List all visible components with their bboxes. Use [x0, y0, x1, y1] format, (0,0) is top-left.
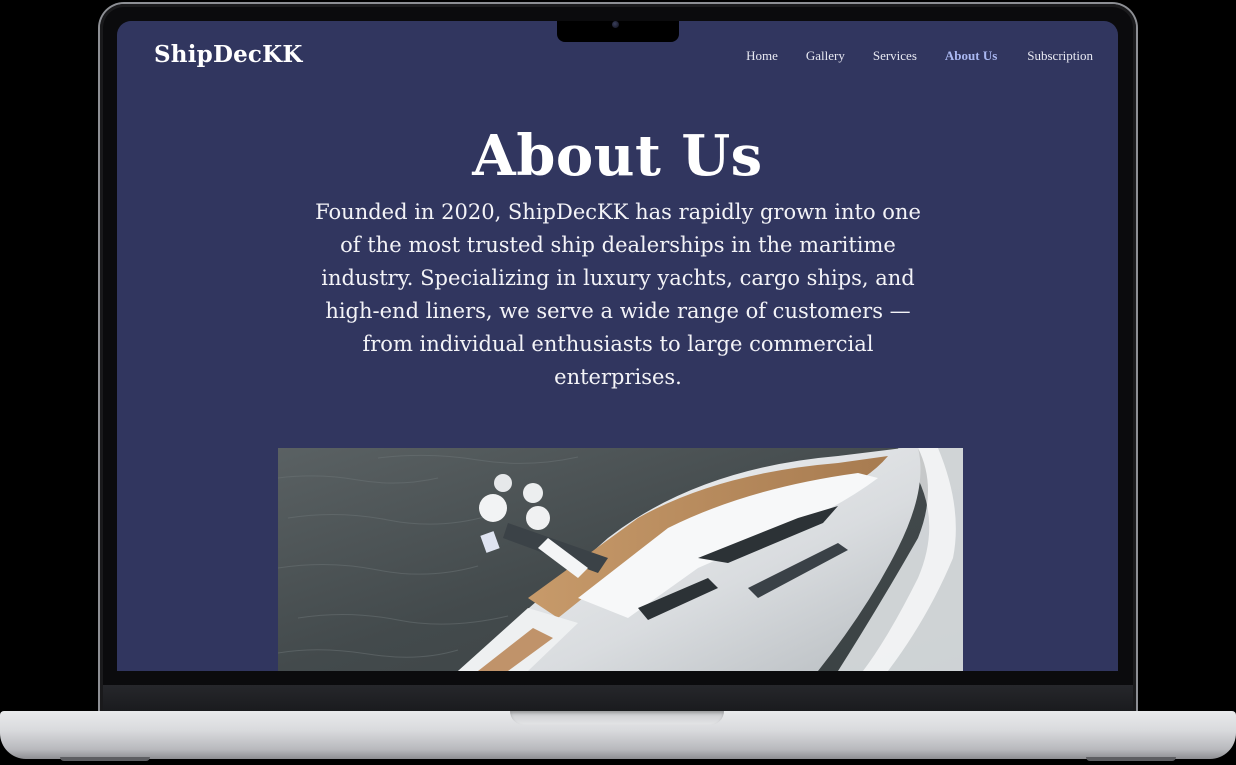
laptop-hinge: [103, 685, 1133, 711]
brand-logo[interactable]: ShipDecKK: [154, 41, 303, 68]
website-screen: ShipDecKK Home Gallery Services About Us…: [117, 21, 1118, 671]
laptop-foot-left: [60, 757, 150, 761]
laptop-foot-right: [1086, 757, 1176, 761]
screen-bottom-bezel: [103, 671, 1133, 685]
nav-about-us[interactable]: About Us: [945, 48, 997, 64]
nav-gallery[interactable]: Gallery: [806, 48, 845, 64]
nav-home[interactable]: Home: [746, 48, 778, 64]
about-description: Founded in 2020, ShipDecKK has rapidly g…: [315, 200, 921, 389]
nav-menu: Home Gallery Services About Us Subscript…: [746, 48, 1093, 64]
device-mockup: ShipDecKK Home Gallery Services About Us…: [0, 0, 1236, 765]
page-title: About Us: [472, 123, 763, 189]
camera-icon: [612, 21, 619, 28]
yacht-photo: [278, 448, 963, 671]
nav-services[interactable]: Services: [873, 48, 917, 64]
camera-notch: [557, 21, 679, 42]
nav-subscription[interactable]: Subscription: [1027, 48, 1093, 64]
lid-opening-notch: [510, 711, 724, 725]
